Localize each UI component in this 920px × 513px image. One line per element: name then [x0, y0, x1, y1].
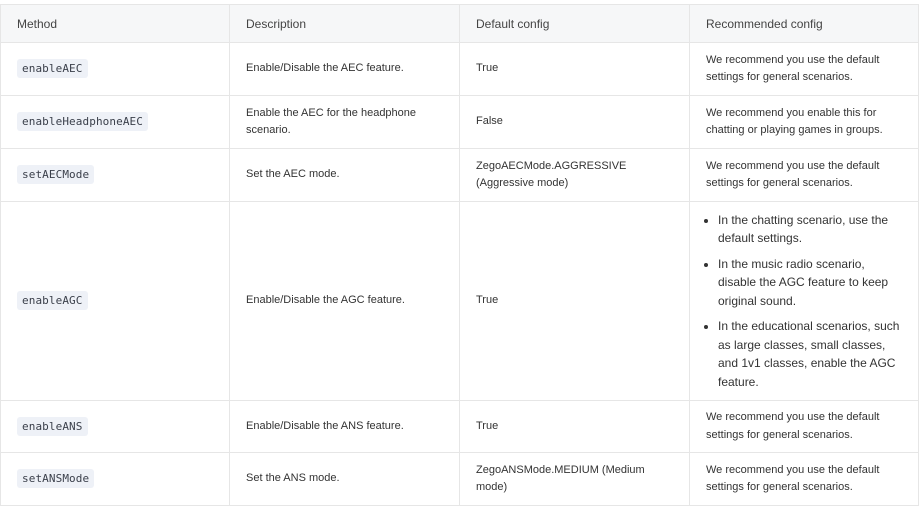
method-code: enableAEC [17, 59, 88, 79]
recommended-config-cell: We recommend you use the default setting… [689, 452, 919, 506]
method-cell: setAECMode [0, 148, 230, 202]
header-description: Description [229, 4, 460, 43]
header-row: Method Description Default config Recomm… [0, 4, 919, 43]
description-cell: Enable/Disable the AEC feature. [229, 42, 460, 96]
table-row: enableAEC Enable/Disable the AEC feature… [0, 42, 919, 96]
method-cell: setANSMode [0, 452, 230, 506]
method-cell: enableANS [0, 400, 230, 453]
recommended-config-cell: We recommend you use the default setting… [689, 148, 919, 202]
recommended-config-cell: We recommend you enable this for chattin… [689, 95, 919, 149]
method-code: setAECMode [17, 165, 95, 185]
method-cell: enableAEC [0, 42, 230, 96]
description-cell: Set the AEC mode. [229, 148, 460, 202]
default-config-cell: True [459, 201, 690, 401]
recommendation-item: In the chatting scenario, use the defaul… [718, 211, 902, 248]
table-row: setAECMode Set the AEC mode. ZegoAECMode… [0, 148, 919, 202]
header-recommended-config: Recommended config [689, 4, 919, 43]
table-row: setANSMode Set the ANS mode. ZegoANSMode… [0, 452, 919, 506]
default-config-cell: ZegoAECMode.AGGRESSIVE (Aggressive mode) [459, 148, 690, 202]
method-code: enableHeadphoneAEC [17, 112, 149, 132]
method-cell: enableHeadphoneAEC [0, 95, 230, 149]
table-row: enableANS Enable/Disable the ANS feature… [0, 400, 919, 453]
method-code: setANSMode [17, 469, 95, 489]
table-body: enableAEC Enable/Disable the AEC feature… [0, 42, 919, 506]
recommendation-list: In the chatting scenario, use the defaul… [706, 211, 902, 392]
method-code: enableAGC [17, 291, 88, 311]
default-config-cell: ZegoANSMode.MEDIUM (Medium mode) [459, 452, 690, 506]
default-config-cell: True [459, 400, 690, 453]
header-method: Method [0, 4, 230, 43]
table-row: enableHeadphoneAEC Enable the AEC for th… [0, 95, 919, 149]
default-config-cell: True [459, 42, 690, 96]
description-cell: Enable the AEC for the headphone scenari… [229, 95, 460, 149]
table-header: Method Description Default config Recomm… [0, 4, 919, 43]
recommended-config-cell: In the chatting scenario, use the defaul… [689, 201, 919, 401]
recommended-config-cell: We recommend you use the default setting… [689, 42, 919, 96]
description-cell: Enable/Disable the AGC feature. [229, 201, 460, 401]
description-cell: Set the ANS mode. [229, 452, 460, 506]
recommendation-item: In the educational scenarios, such as la… [718, 317, 902, 391]
recommended-config-cell: We recommend you use the default setting… [689, 400, 919, 453]
method-cell: enableAGC [0, 201, 230, 401]
recommendation-item: In the music radio scenario, disable the… [718, 255, 902, 311]
table-row: enableAGC Enable/Disable the AGC feature… [0, 201, 919, 401]
default-config-cell: False [459, 95, 690, 149]
method-code: enableANS [17, 416, 88, 436]
header-default-config: Default config [459, 4, 690, 43]
description-cell: Enable/Disable the ANS feature. [229, 400, 460, 453]
audio-config-table: Method Description Default config Recomm… [0, 4, 919, 506]
